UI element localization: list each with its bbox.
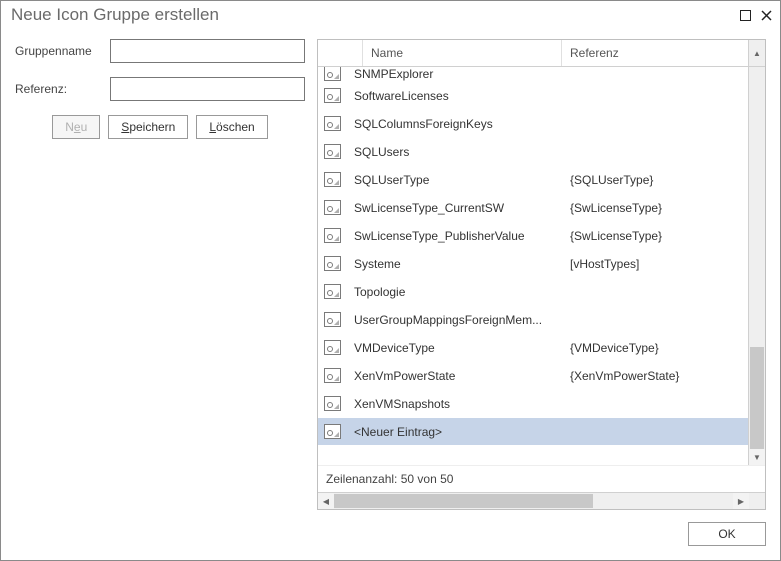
row-ref-cell: [vHostTypes] (562, 257, 748, 271)
row-icon-cell (318, 340, 346, 355)
row-icon-cell (318, 172, 346, 187)
row-name-cell: UserGroupMappingsForeignMem... (346, 313, 562, 327)
col-icon[interactable] (318, 40, 363, 66)
maximize-icon[interactable] (740, 10, 751, 21)
row-icon-cell (318, 228, 346, 243)
picture-icon (324, 256, 341, 271)
table-row[interactable]: <Neuer Eintrag> (318, 418, 748, 446)
row-ref-cell: {VMDeviceType} (562, 341, 748, 355)
picture-icon (324, 284, 341, 299)
table-row[interactable]: XenVmPowerState{XenVmPowerState} (318, 362, 748, 390)
form-buttons: Neu Speichern Löschen (15, 115, 305, 139)
save-button[interactable]: Speichern (108, 115, 188, 139)
dialog-window: Neue Icon Gruppe erstellen Gruppenname R… (0, 0, 781, 561)
row-name-cell: Topologie (346, 285, 562, 299)
row-name-cell: VMDeviceType (346, 341, 562, 355)
new-button: Neu (52, 115, 100, 139)
picture-icon (324, 88, 341, 103)
row-icon-cell (318, 312, 346, 327)
table-row[interactable]: SwLicenseType_PublisherValue{SwLicenseTy… (318, 222, 748, 250)
col-ref[interactable]: Referenz (562, 40, 748, 66)
row-icon-cell (318, 396, 346, 411)
horizontal-scrollbar[interactable]: ◀ ▶ (318, 492, 765, 509)
table-header: Name Referenz ▲ (318, 40, 765, 67)
row-name-cell: SwLicenseType_PublisherValue (346, 229, 562, 243)
row-icon-cell (318, 200, 346, 215)
row-icon-cell (318, 368, 346, 383)
row-ref-cell: {XenVmPowerState} (562, 369, 748, 383)
table-row[interactable]: SwLicenseType_CurrentSW{SwLicenseType} (318, 194, 748, 222)
row-icon-cell (318, 88, 346, 103)
icon-group-table: Name Referenz ▲ SNMPExplorer SoftwareLice… (317, 39, 766, 510)
scroll-left-icon[interactable]: ◀ (318, 493, 334, 509)
picture-icon (324, 200, 341, 215)
dialog-title: Neue Icon Gruppe erstellen (11, 5, 219, 25)
picture-icon (324, 396, 341, 411)
picture-icon (324, 368, 341, 383)
picture-icon (324, 144, 341, 159)
reference-input[interactable] (110, 77, 305, 101)
row-name-cell: SoftwareLicenses (346, 89, 562, 103)
scroll-up-icon[interactable]: ▲ (748, 40, 765, 66)
window-controls (740, 10, 772, 21)
row-icon-cell (318, 256, 346, 271)
table-body: SNMPExplorer SoftwareLicenses SQLColumnsFo… (318, 67, 765, 465)
vertical-scrollbar[interactable]: ▼ (748, 67, 765, 465)
table-row[interactable]: UserGroupMappingsForeignMem... (318, 306, 748, 334)
row-name-cell: XenVmPowerState (346, 369, 562, 383)
picture-icon (324, 172, 341, 187)
scroll-right-icon[interactable]: ▶ (733, 493, 749, 509)
scroll-down-icon[interactable]: ▼ (749, 449, 765, 465)
groupname-label: Gruppenname (15, 44, 110, 58)
form-panel: Gruppenname Referenz: Neu Speichern Lösc… (15, 39, 305, 510)
table-row[interactable]: SQLColumnsForeignKeys (318, 110, 748, 138)
row-ref-cell: {SwLicenseType} (562, 229, 748, 243)
dialog-body: Gruppenname Referenz: Neu Speichern Lösc… (1, 29, 780, 510)
reference-label: Referenz: (15, 82, 110, 96)
picture-icon (324, 67, 341, 81)
row-ref-cell: {SwLicenseType} (562, 201, 748, 215)
row-name-cell: SwLicenseType_CurrentSW (346, 201, 562, 215)
row-count-status: Zeilenanzahl: 50 von 50 (318, 465, 765, 492)
groupname-input[interactable] (110, 39, 305, 63)
row-icon-cell (318, 67, 346, 81)
table-row[interactable]: Topologie (318, 278, 748, 306)
row-name-cell: SQLColumnsForeignKeys (346, 117, 562, 131)
row-name-cell: Systeme (346, 257, 562, 271)
row-icon-cell (318, 424, 346, 439)
h-scrollbar-thumb[interactable] (334, 494, 593, 508)
scrollbar-corner (749, 493, 765, 509)
picture-icon (324, 424, 341, 439)
row-icon-cell (318, 284, 346, 299)
scrollbar-thumb[interactable] (750, 347, 764, 449)
picture-icon (324, 116, 341, 131)
table-row[interactable]: SNMPExplorer (318, 67, 748, 82)
row-ref-cell: {SQLUserType} (562, 173, 748, 187)
ok-button[interactable]: OK (688, 522, 766, 546)
delete-button[interactable]: Löschen (196, 115, 267, 139)
dialog-footer: OK (1, 510, 780, 560)
col-name[interactable]: Name (363, 40, 562, 66)
table-row[interactable]: SoftwareLicenses (318, 82, 748, 110)
table-row[interactable]: SQLUserType{SQLUserType} (318, 166, 748, 194)
row-name-cell: SNMPExplorer (346, 67, 562, 81)
row-name-cell: XenVMSnapshots (346, 397, 562, 411)
row-name-cell: SQLUsers (346, 145, 562, 159)
row-name-cell: <Neuer Eintrag> (346, 425, 562, 439)
close-icon[interactable] (761, 10, 772, 21)
row-icon-cell (318, 116, 346, 131)
row-name-cell: SQLUserType (346, 173, 562, 187)
table-row[interactable]: SQLUsers (318, 138, 748, 166)
row-icon-cell (318, 144, 346, 159)
table-row[interactable]: Systeme[vHostTypes] (318, 250, 748, 278)
titlebar: Neue Icon Gruppe erstellen (1, 1, 780, 29)
table-row[interactable]: XenVMSnapshots (318, 390, 748, 418)
picture-icon (324, 312, 341, 327)
picture-icon (324, 228, 341, 243)
table-row[interactable]: VMDeviceType{VMDeviceType} (318, 334, 748, 362)
picture-icon (324, 340, 341, 355)
